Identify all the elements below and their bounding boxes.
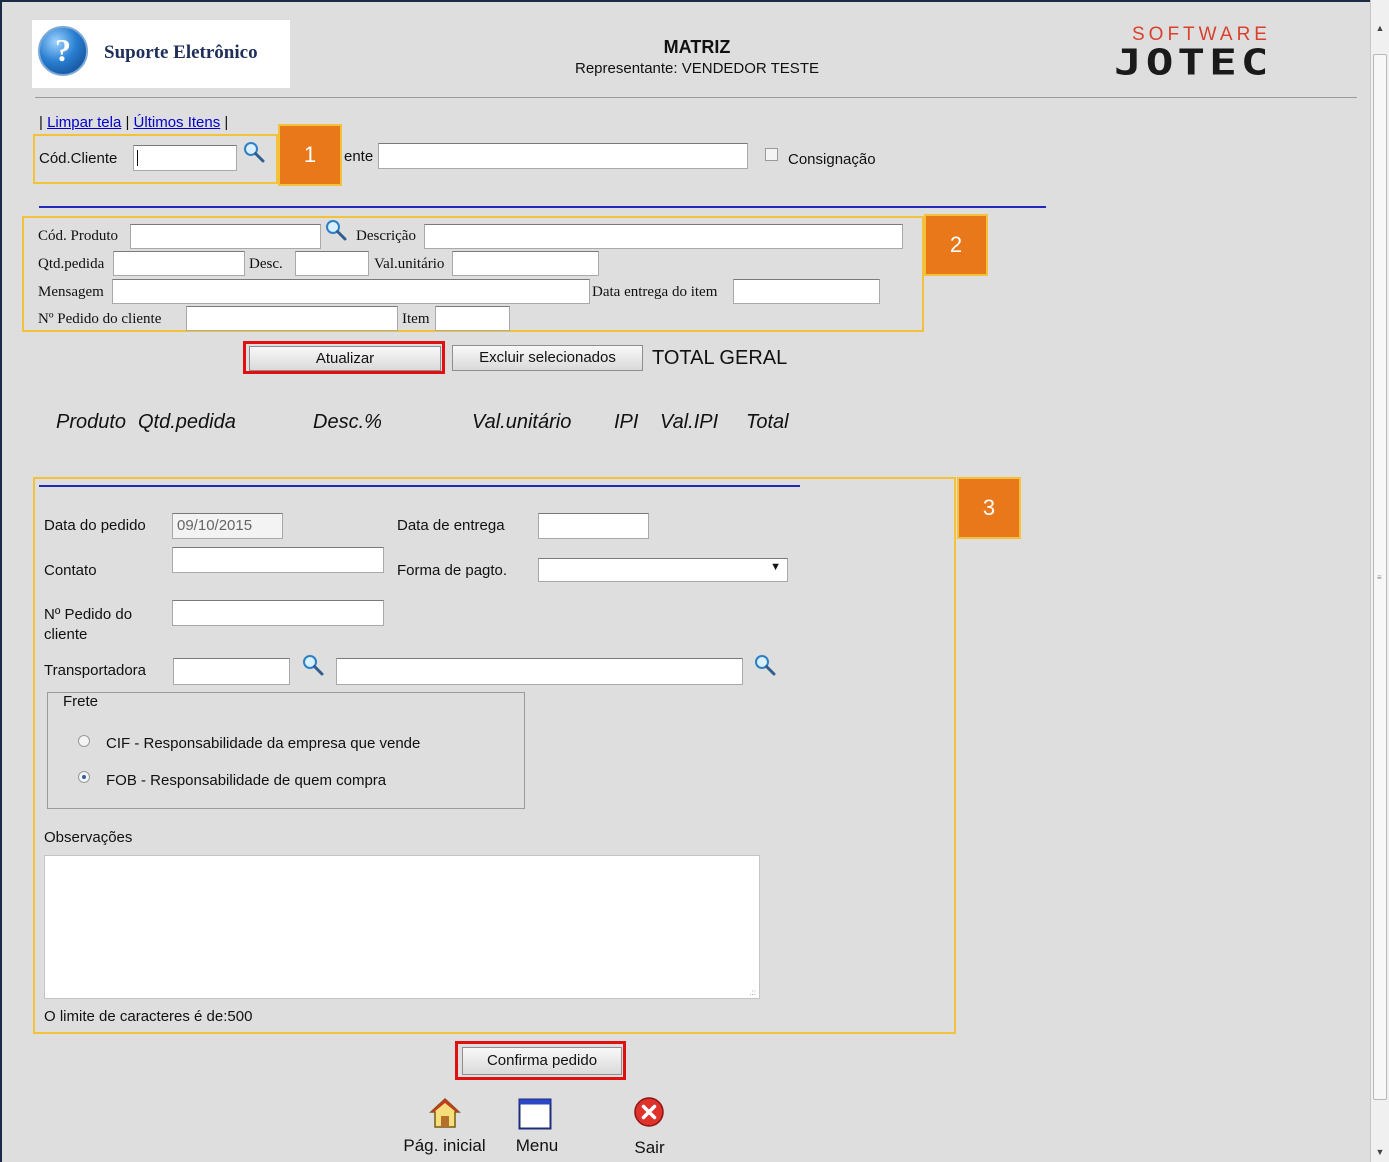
contact-input[interactable] — [172, 547, 384, 573]
client-order-number-input[interactable] — [172, 600, 384, 626]
client-order-input[interactable] — [186, 306, 398, 331]
clear-screen-link[interactable]: Limpar tela — [47, 114, 121, 131]
home-label: Pág. inicial — [403, 1136, 486, 1155]
exit-label: Sair — [634, 1138, 665, 1157]
col-product: Produto — [56, 411, 127, 433]
carrier-label: Transportadora — [44, 662, 146, 679]
section-divider — [39, 206, 1046, 208]
product-code-input[interactable] — [130, 224, 321, 249]
home-nav[interactable]: Pág. inicial — [397, 1096, 492, 1162]
close-icon — [634, 1097, 664, 1127]
unit-value-label: Val.unitário — [374, 256, 445, 272]
delivery-item-input[interactable] — [733, 279, 880, 304]
unit-value-input[interactable] — [452, 251, 599, 276]
grip-icon: ≡ — [1377, 573, 1382, 582]
freight-legend: Frete — [59, 693, 103, 710]
callout-badge-1: 1 — [278, 124, 342, 186]
delete-selected-button[interactable]: Excluir selecionados — [452, 345, 643, 371]
last-items-link[interactable]: Últimos Itens — [134, 114, 221, 131]
col-unit-value: Val.unitário — [472, 411, 572, 433]
quick-links: | Limpar tela | Últimos Itens | — [39, 114, 228, 131]
vertical-scrollbar[interactable]: ▲ ≡ ▼ — [1370, 0, 1389, 1162]
representative-label: Representante: VENDEDOR TESTE — [575, 60, 819, 77]
notes-textarea[interactable]: .:: — [44, 855, 760, 999]
client-name-input[interactable] — [378, 143, 748, 169]
item-input[interactable] — [435, 306, 510, 331]
product-code-label: Cód. Produto — [38, 228, 119, 244]
item-label: Item — [402, 311, 430, 327]
description-label: Descrição — [356, 228, 416, 244]
discount-input[interactable] — [295, 251, 369, 276]
freight-fob-label: FOB - Responsabilidade de quem compra — [106, 772, 387, 789]
scroll-down-icon[interactable]: ▼ — [1371, 1144, 1389, 1160]
qty-label: Qtd.pedida — [38, 256, 105, 272]
contact-label: Contato — [44, 562, 97, 579]
col-qty: Qtd.pedida — [138, 411, 236, 433]
menu-label: Menu — [515, 1136, 559, 1155]
support-logo-text: Suporte Eletrônico — [104, 42, 258, 63]
consignment-label: Consignação — [788, 151, 876, 168]
message-label: Mensagem — [38, 284, 104, 300]
resize-handle-icon[interactable]: .:: — [749, 988, 756, 997]
scroll-up-icon[interactable]: ▲ — [1371, 20, 1389, 36]
scroll-thumb[interactable]: ≡ — [1373, 54, 1387, 1100]
product-search-icon[interactable] — [324, 218, 348, 242]
client-order-number-label-line1: Nº Pedido do — [44, 606, 133, 623]
brand-logo: JOTEC — [1114, 40, 1273, 83]
link-separator: | — [224, 114, 229, 131]
support-logo[interactable]: ? Suporte Eletrônico — [32, 20, 290, 88]
col-ipi-value: Val.IPI — [660, 411, 719, 433]
callout-badge-2: 2 — [924, 214, 988, 276]
char-limit-text: O limite de caracteres é de:500 — [44, 1008, 253, 1025]
order-date-input[interactable]: 09/10/2015 — [172, 513, 283, 539]
help-icon: ? — [38, 26, 88, 76]
freight-cif-radio[interactable] — [78, 735, 90, 747]
carrier-name-search-icon[interactable] — [753, 653, 777, 677]
notes-label: Observações — [44, 829, 133, 846]
order-divider — [39, 485, 800, 487]
grand-total-label: TOTAL GERAL — [652, 347, 788, 369]
qty-input[interactable] — [113, 251, 245, 276]
col-total: Total — [746, 411, 789, 433]
window-icon — [518, 1098, 552, 1130]
description-input[interactable] — [424, 224, 903, 249]
link-separator: | — [39, 114, 43, 131]
payment-label: Forma de pagto. — [397, 562, 508, 579]
payment-select[interactable]: ▼ — [538, 558, 788, 582]
client-order-number-label: Nº Pedido do cliente — [44, 605, 132, 645]
client-order-label: Nº Pedido do cliente — [38, 311, 162, 327]
exit-nav[interactable]: Sair — [622, 1096, 677, 1162]
freight-fob-radio[interactable] — [78, 771, 90, 783]
carrier-code-input[interactable] — [173, 658, 290, 685]
client-name-label: ente — [344, 148, 374, 165]
delivery-date-label: Data de entrega — [397, 517, 505, 534]
home-icon — [429, 1097, 461, 1128]
highlight-update — [243, 341, 445, 374]
col-discount: Desc.% — [313, 411, 382, 433]
delivery-item-label: Data entrega do item — [592, 284, 718, 300]
page-title: MATRIZ — [663, 37, 731, 57]
link-separator: | — [125, 114, 130, 131]
freight-cif-label: CIF - Responsabilidade da empresa que ve… — [106, 735, 421, 752]
delivery-date-input[interactable] — [538, 513, 649, 539]
carrier-name-input[interactable] — [336, 658, 743, 685]
client-order-number-label-line2: cliente — [44, 626, 88, 643]
menu-nav[interactable]: Menu — [507, 1096, 567, 1162]
header-divider — [35, 97, 1357, 98]
page-viewport: ? Suporte Eletrônico MATRIZ Representant… — [0, 0, 1372, 1162]
callout-badge-3: 3 — [957, 477, 1021, 539]
chevron-down-icon: ▼ — [770, 561, 781, 573]
consignment-checkbox[interactable] — [765, 148, 778, 161]
message-input[interactable] — [112, 279, 590, 304]
callout-frame-1 — [33, 134, 278, 184]
carrier-search-icon[interactable] — [301, 653, 325, 677]
highlight-confirm — [455, 1041, 626, 1080]
discount-label: Desc. — [249, 256, 283, 272]
col-ipi: IPI — [614, 411, 639, 433]
order-date-label: Data do pedido — [44, 517, 146, 534]
